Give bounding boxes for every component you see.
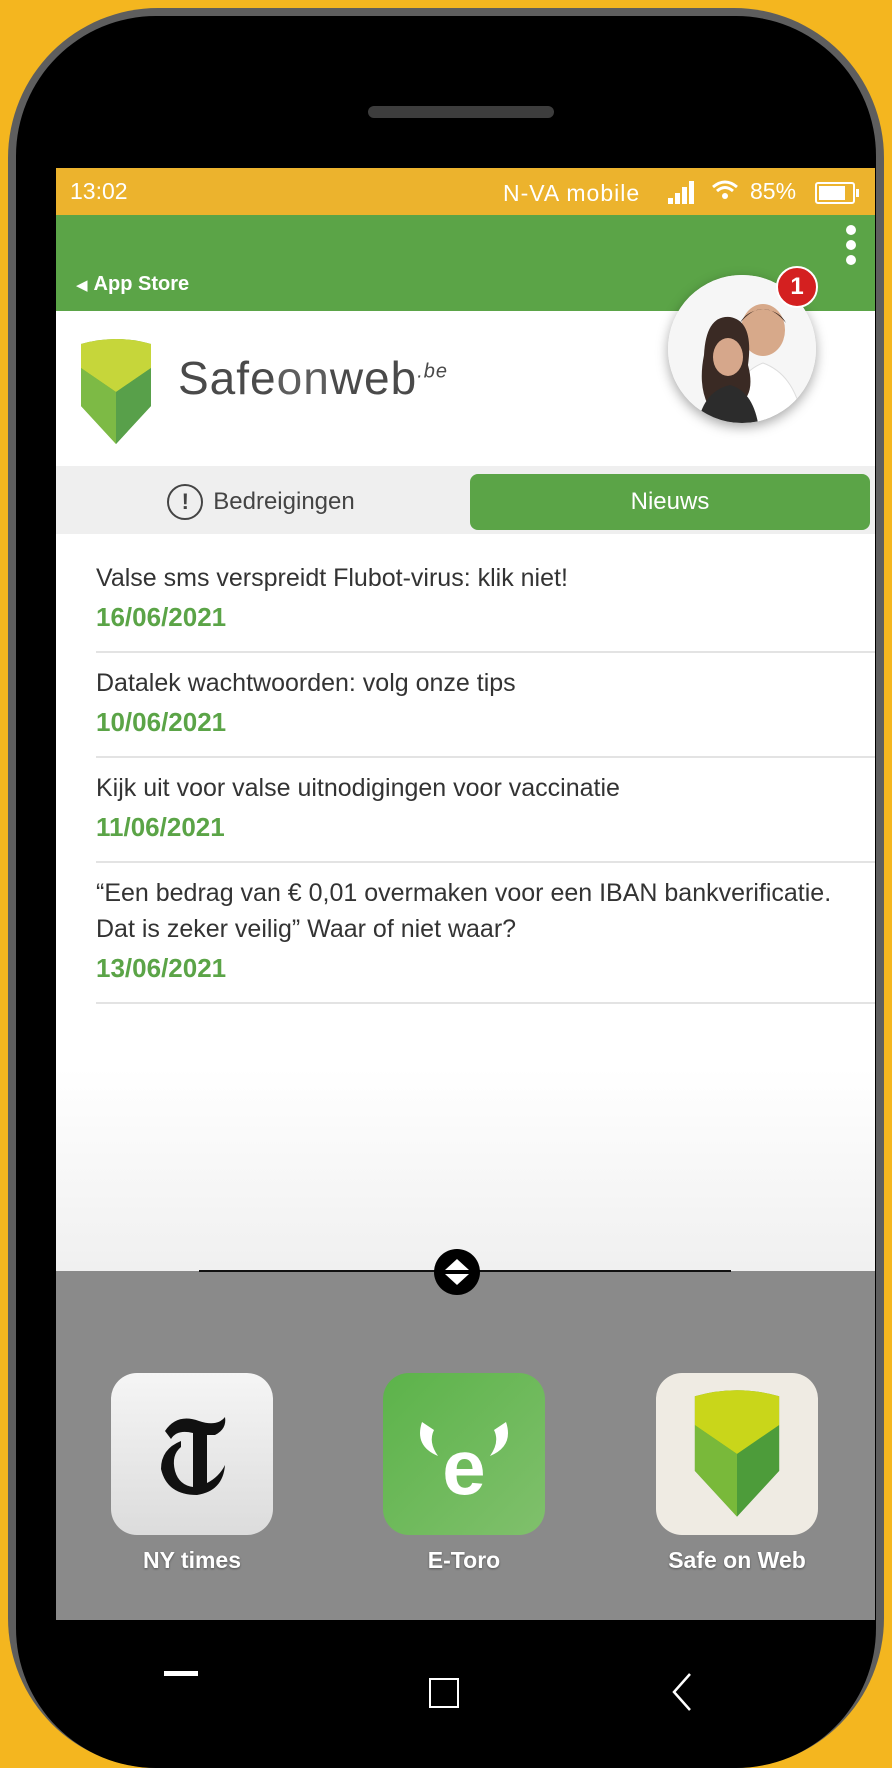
wifi-icon (712, 180, 738, 199)
system-nav-bar (16, 1620, 892, 1760)
kebab-menu-icon[interactable] (843, 225, 859, 265)
tab-bedreigingen[interactable]: ! Bedreigingen (56, 474, 466, 530)
safeonweb-shield-logo (81, 339, 151, 444)
back-to-app-store-link[interactable]: ◀ App Store (76, 273, 189, 296)
battery-percent: 85% (750, 178, 797, 204)
dock-app-label: NY times (142, 1547, 241, 1573)
dock-app-safeonweb[interactable]: Safe on Web (654, 1373, 820, 1574)
brand-name: Safeonweb.be (178, 352, 449, 404)
recent-apps-icon[interactable] (164, 1671, 198, 1676)
news-date: 13/06/2021 (96, 953, 227, 983)
notification-badge: 1 (776, 266, 818, 308)
tab-bar: ! Bedreigingen Nieuws (56, 466, 875, 534)
news-list: Valse sms verspreidt Flubot-virus: klik … (56, 548, 875, 1004)
news-title: “Een bedrag van € 0,01 overmaken voor ee… (96, 879, 832, 943)
home-button-icon[interactable] (429, 1678, 459, 1708)
news-item[interactable]: Datalek wachtwoorden: volg onze tips 10/… (96, 653, 875, 758)
back-arrow-icon: ◀ (76, 277, 88, 294)
battery-fill (819, 186, 845, 200)
alert-circle-icon: ! (167, 484, 204, 520)
dock-app-label: E-Toro (427, 1547, 501, 1573)
news-date: 10/06/2021 (96, 707, 227, 737)
status-bar: 13:02 N-VA mobile 85% (56, 168, 875, 215)
news-item[interactable]: “Een bedrag van € 0,01 overmaken voor ee… (96, 863, 875, 1004)
phone-speaker (368, 106, 554, 118)
news-date: 11/06/2021 (96, 812, 225, 842)
etoro-icon: e (383, 1373, 545, 1535)
screen: 13:02 N-VA mobile 85% ◀ App Store Safeon… (56, 168, 875, 1620)
drawer-resize-handle-icon[interactable] (434, 1249, 480, 1295)
tab-label: Bedreigingen (213, 488, 355, 515)
battery-icon (815, 182, 859, 204)
status-carrier: N-VA mobile (503, 180, 641, 206)
nytimes-icon (111, 1373, 273, 1535)
news-item[interactable]: Kijk uit voor valse uitnodigingen voor v… (96, 758, 875, 863)
dock-app-nytimes[interactable]: NY times (109, 1373, 275, 1574)
news-title: Valse sms verspreidt Flubot-virus: klik … (96, 564, 568, 592)
signal-icon (668, 180, 698, 204)
dock-app-label: Safe on Web (668, 1547, 806, 1573)
news-item[interactable]: Valse sms verspreidt Flubot-virus: klik … (96, 548, 875, 653)
back-button-icon[interactable] (670, 1672, 694, 1712)
news-date: 16/06/2021 (96, 602, 227, 632)
dock-app-etoro[interactable]: e E-Toro (381, 1373, 547, 1574)
back-label: App Store (93, 273, 190, 295)
safeonweb-icon (656, 1373, 818, 1535)
news-title: Datalek wachtwoorden: volg onze tips (96, 669, 516, 697)
tab-nieuws[interactable]: Nieuws (470, 474, 870, 530)
news-title: Kijk uit voor valse uitnodigingen voor v… (96, 774, 620, 802)
svg-text:e: e (442, 1423, 485, 1511)
status-time: 13:02 (70, 178, 128, 204)
phone-body: 13:02 N-VA mobile 85% ◀ App Store Safeon… (16, 16, 876, 1768)
tab-label: Nieuws (630, 488, 710, 515)
